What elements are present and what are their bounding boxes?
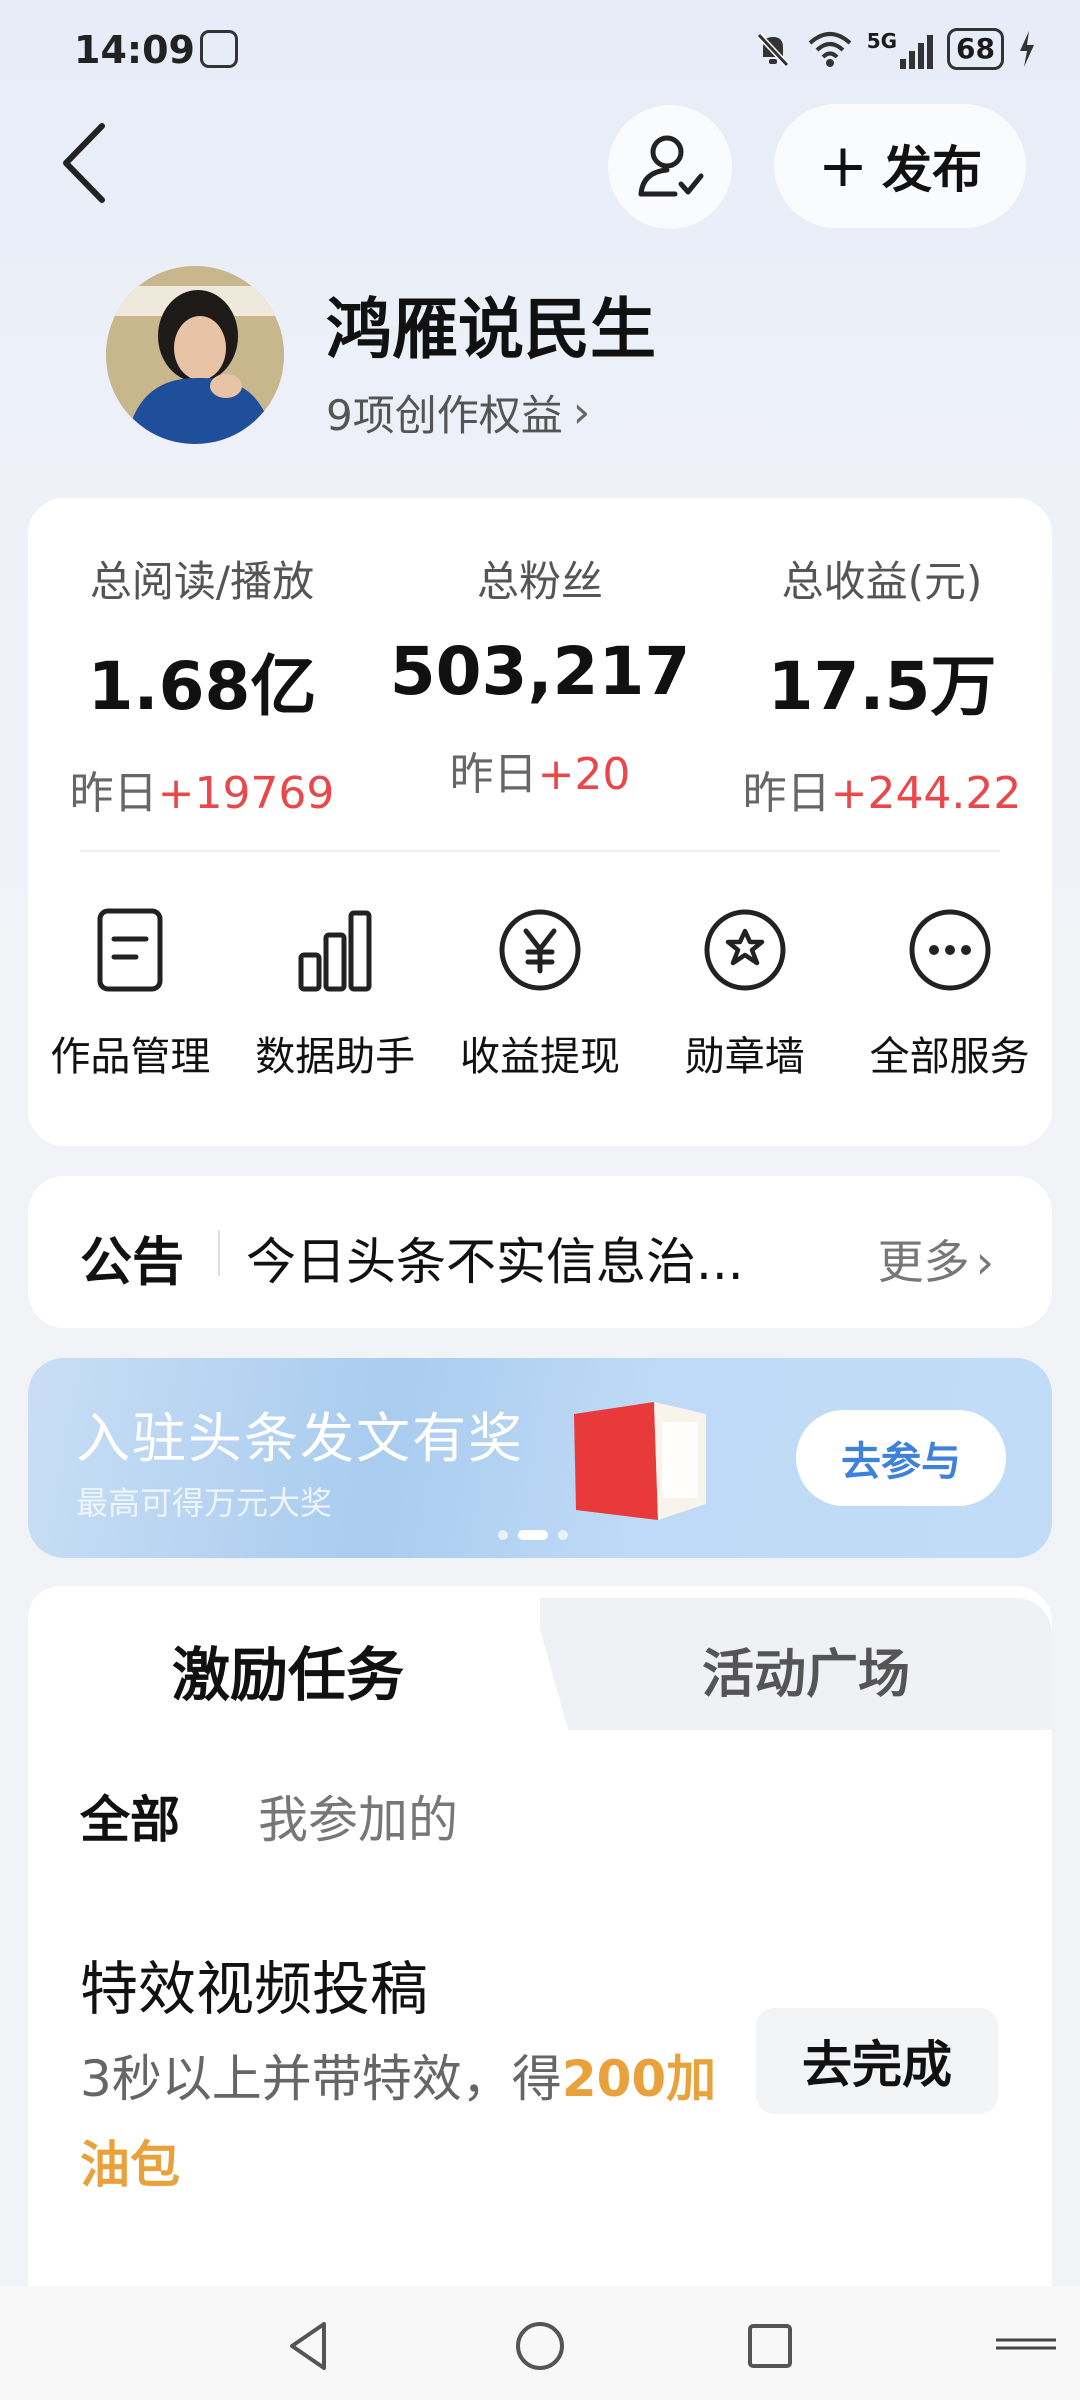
tool-label: 全部服务 [869,1034,1030,1080]
nav-back-icon[interactable] [280,2316,340,2376]
stats-card: 总阅读/播放 1.68亿 昨日+19769 总粉丝 503,217 昨日+20 … [28,498,1052,1146]
account-check-button[interactable] [608,105,732,229]
tool-medal-wall[interactable]: 勋章墙 [647,900,843,1082]
system-nav-bar [0,2286,1080,2400]
creator-benefits-link[interactable]: 9项创作权益 › [326,382,590,443]
stat-delta: 昨日+20 [370,738,710,802]
tool-label: 数据助手 [255,1034,416,1080]
tool-label: 收益提现 [459,1034,620,1080]
tab-activity-square[interactable]: 活动广场 [702,1632,910,1707]
stat-delta: 昨日+19769 [32,757,372,821]
more-label: 更多 [877,1235,970,1289]
menu-lines-icon [996,2338,1056,2350]
announcement-text: 今日头条不实信息治... [246,1233,744,1291]
announcement-tag: 公告 [80,1233,185,1293]
status-icons: 5G 68 [753,24,1036,74]
stat-label: 总阅读/播放 [89,557,315,606]
stat-total-fans[interactable]: 总粉丝 503,217 昨日+20 [370,548,710,802]
tool-all-services[interactable]: 全部服务 [852,900,1048,1082]
tab-incentive-tasks[interactable]: 激励任务 [172,1628,404,1712]
stat-label: 总粉丝 [476,557,603,606]
publish-label: 发布 [882,141,983,199]
mute-icon [756,32,789,68]
profile-name: 鸿雁说民生 [326,291,656,368]
join-button[interactable]: 去参与 [796,1410,1006,1506]
plus-icon: + [817,131,869,201]
banner-subtitle: 最高可得万元大奖 [76,1484,333,1522]
nav-recents-icon[interactable] [740,2316,800,2376]
promo-banner[interactable]: 入驻头条发文有奖 最高可得万元大奖 去参与 [28,1358,1052,1558]
carousel-dot-active [518,1530,548,1540]
delta-value: +244.22 [830,768,1022,819]
carousel-dots [498,1530,568,1540]
stat-value: 1.68亿 [87,648,317,725]
signal-icon: 5G [866,29,934,69]
chevron-left-icon [63,123,105,203]
status-time: 14:09 [74,28,195,72]
announcement-bar[interactable]: 公告 今日头条不实信息治... 更多 › [28,1176,1052,1328]
avatar[interactable] [106,266,284,444]
benefits-label: 9项创作权益 [326,391,563,440]
task-desc-text: 3秒以上并带特效，得 [80,2050,562,2108]
carousel-dot [558,1530,568,1540]
announcement-more-link[interactable]: 更多 › [878,1226,994,1292]
red-envelope-icon [574,1402,706,1520]
user-check-icon [638,135,704,197]
stat-label: 总收益(元) [781,557,983,606]
tool-works-management[interactable]: 作品管理 [32,900,228,1082]
bar-chart-icon [285,900,385,1000]
delta-prefix: 昨日 [449,749,538,800]
avatar-image [106,266,284,444]
task-title: 特效视频投稿 [80,1955,429,2023]
stat-delta: 昨日+244.22 [712,757,1052,821]
tool-data-assistant[interactable]: 数据助手 [237,900,433,1082]
divider [218,1230,220,1276]
filter-all[interactable]: 全部 [80,1780,180,1852]
back-button[interactable] [56,118,116,208]
tool-label: 勋章墙 [684,1034,805,1080]
divider [80,850,1000,852]
yuan-icon [490,900,590,1000]
document-icon [80,900,180,1000]
delta-value: +19769 [157,768,335,819]
nav-home-icon[interactable] [510,2316,570,2376]
wifi-icon [808,32,852,67]
network-type: 5G [866,29,898,53]
stat-value: 17.5万 [767,648,997,725]
tool-income-withdraw[interactable]: 收益提现 [442,900,638,1082]
tool-grid: 作品管理 数据助手 收益提现 勋章墙 全部服务 [28,900,1052,1082]
chevron-right-icon: › [572,387,591,438]
battery-indicator: 68 [947,28,1004,70]
delta-prefix: 昨日 [69,768,158,819]
more-icon [900,900,1000,1000]
stat-total-reads[interactable]: 总阅读/播放 1.68亿 昨日+19769 [32,548,372,821]
tool-label: 作品管理 [50,1034,211,1080]
delta-prefix: 昨日 [742,768,831,819]
stat-value: 503,217 [389,633,691,710]
stat-total-income[interactable]: 总收益(元) 17.5万 昨日+244.22 [712,548,1052,821]
hand-icon [200,30,238,68]
banner-title: 入驻头条发文有奖 [76,1407,524,1470]
chevron-right-icon: › [975,1235,994,1289]
medal-icon [695,900,795,1000]
publish-button[interactable]: + 发布 [774,104,1026,228]
task-description: 3秒以上并带特效，得200加油包 [80,2036,720,2208]
filter-joined[interactable]: 我参加的 [258,1780,458,1852]
delta-value: +20 [537,749,631,800]
complete-task-button[interactable]: 去完成 [756,2008,998,2114]
carousel-dot [498,1530,508,1540]
charging-icon [1020,31,1034,67]
